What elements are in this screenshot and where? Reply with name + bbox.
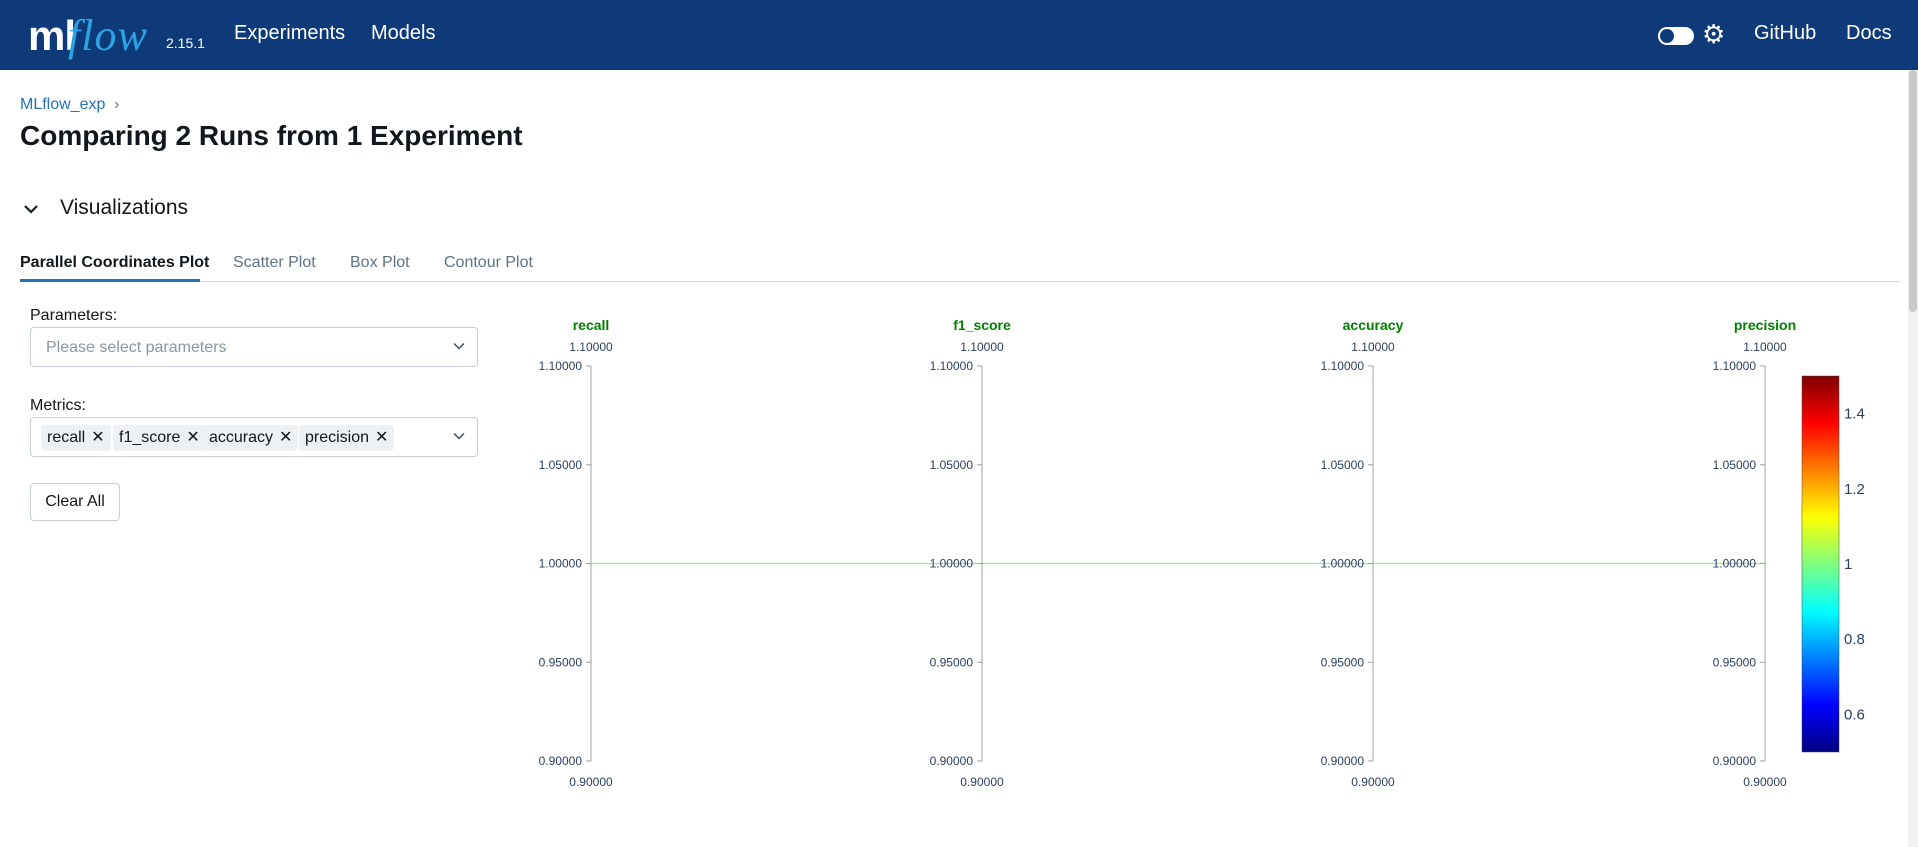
close-icon[interactable]: ✕	[91, 429, 104, 446]
axis-tick-label: 1.05000	[539, 458, 583, 472]
colorbar-tick-label: 0.8	[1844, 631, 1865, 648]
metrics-select[interactable]: recall ✕ f1_score ✕ accuracy ✕ precision ✕	[30, 417, 478, 457]
metrics-label: Metrics:	[30, 397, 86, 414]
axis-range-bottom-accuracy: 0.90000	[1351, 775, 1395, 789]
axis-tick-label: 1.10000	[930, 359, 974, 373]
tabs-divider	[20, 281, 1900, 282]
active-tab-indicator	[20, 279, 200, 282]
axis-tick-label: 1.05000	[1713, 458, 1757, 472]
tab-contour-plot[interactable]: Contour Plot	[444, 254, 533, 272]
close-icon[interactable]: ✕	[186, 429, 199, 446]
axis-range-bottom-f1_score: 0.90000	[960, 775, 1004, 789]
axis-title-recall: recall	[573, 317, 610, 333]
visualizations-section-title[interactable]: Visualizations	[60, 196, 188, 220]
axis-tick-label: 1.05000	[1321, 458, 1365, 472]
axis-tick-label: 1.00000	[1713, 557, 1757, 571]
axis-title-precision: precision	[1734, 317, 1796, 333]
tab-box-plot[interactable]: Box Plot	[350, 254, 410, 272]
axis-tick-label: 1.10000	[539, 359, 583, 373]
axis-tick-label: 1.10000	[1321, 359, 1365, 373]
axis-tick-label: 1.00000	[539, 557, 583, 571]
breadcrumb-experiment-link[interactable]: MLflow_exp	[20, 96, 105, 114]
axis-tick-label: 0.95000	[930, 655, 974, 669]
axes: recall 1.10000 0.90000 1.10000 1.05000 1.0000…	[539, 317, 1797, 789]
axis-title-accuracy: accuracy	[1343, 317, 1404, 333]
axis-tick-label: 0.95000	[539, 655, 583, 669]
axis-tick-label: 0.90000	[1713, 754, 1757, 768]
parameters-select[interactable]: Please select parameters	[30, 327, 478, 367]
metric-tag-label: recall	[47, 429, 86, 446]
axis-range-bottom-precision: 0.90000	[1743, 775, 1787, 789]
toggle-knob	[1660, 29, 1674, 43]
axis-tick-label: 0.95000	[1713, 655, 1757, 669]
nav-models[interactable]: Models	[371, 22, 435, 45]
metric-tag-label: f1_score	[119, 429, 181, 446]
axis-range-bottom-recall: 0.90000	[569, 775, 613, 789]
axis-range-top-f1_score: 1.10000	[960, 340, 1004, 354]
colorbar-tick-label: 1.2	[1844, 481, 1865, 498]
colorbar-tick-label: 1	[1844, 556, 1852, 573]
theme-toggle[interactable]	[1658, 27, 1694, 45]
scroll-thumb[interactable]	[1909, 70, 1917, 312]
breadcrumb-separator: ›	[114, 96, 120, 113]
chevron-down-icon[interactable]	[24, 198, 38, 219]
page-scrollbar[interactable]	[1908, 70, 1918, 847]
axis-range-top-precision: 1.10000	[1743, 340, 1787, 354]
colorbar: 1.4 1.2 1 0.8 0.6	[1801, 375, 1865, 753]
metric-tag-precision: precision ✕	[299, 425, 395, 451]
axis-tick-label: 0.95000	[1321, 655, 1365, 669]
axis-tick-label: 0.90000	[930, 754, 974, 768]
tab-parallel-coordinates[interactable]: Parallel Coordinates Plot	[20, 254, 209, 272]
tab-scatter-plot[interactable]: Scatter Plot	[233, 254, 316, 272]
nav-docs[interactable]: Docs	[1846, 22, 1892, 45]
metric-tag-accuracy: accuracy ✕	[203, 425, 299, 451]
axis-tick-label: 1.10000	[1713, 359, 1757, 373]
colorbar-gradient	[1801, 375, 1840, 753]
logo-flow-text: flow	[68, 11, 148, 60]
metric-tag-label: precision	[305, 429, 370, 446]
axis-tick-label: 1.00000	[930, 557, 974, 571]
gear-icon[interactable]: ⚙	[1702, 20, 1725, 48]
axis-range-top-accuracy: 1.10000	[1351, 340, 1395, 354]
parallel-coordinates-chart[interactable]: recall 1.10000 0.90000 1.10000 1.05000 1.0000…	[520, 300, 1890, 800]
parameters-placeholder: Please select parameters	[46, 339, 227, 356]
metric-tag-label: accuracy	[209, 429, 274, 446]
top-navbar: ml flow 2.15.1 Experiments Models ⚙ GitH…	[0, 0, 1918, 70]
close-icon[interactable]: ✕	[375, 429, 388, 446]
axis-tick-label: 1.05000	[930, 458, 974, 472]
parameters-label: Parameters:	[30, 307, 118, 324]
nav-experiments[interactable]: Experiments	[234, 22, 345, 45]
axis-title-f1_score: f1_score	[953, 317, 1011, 333]
colorbar-tick-label: 1.4	[1844, 406, 1865, 423]
clear-all-button[interactable]: Clear All	[30, 483, 120, 521]
page-title: Comparing 2 Runs from 1 Experiment	[20, 120, 523, 151]
nav-github[interactable]: GitHub	[1754, 22, 1816, 45]
close-icon[interactable]: ✕	[279, 429, 292, 446]
axis-tick-label: 1.00000	[1321, 557, 1365, 571]
metric-tag-f1-score: f1_score ✕	[113, 425, 206, 451]
metric-tag-recall: recall ✕	[41, 425, 111, 451]
chevron-down-icon	[453, 427, 465, 443]
chevron-down-icon	[453, 337, 465, 353]
axis-tick-label: 0.90000	[1321, 754, 1365, 768]
axis-tick-label: 0.90000	[539, 754, 583, 768]
version-label: 2.15.1	[166, 35, 205, 51]
colorbar-tick-label: 0.6	[1844, 706, 1865, 723]
axis-range-top-recall: 1.10000	[569, 340, 613, 354]
